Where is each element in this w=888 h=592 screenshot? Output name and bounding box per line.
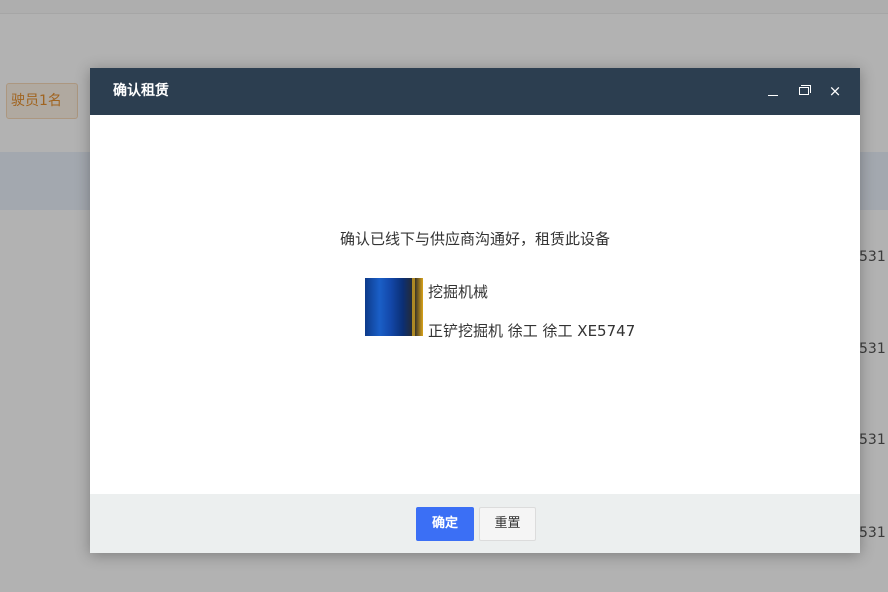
dialog-body: 确认已线下与供应商沟通好，租赁此设备 挖掘机械 正铲挖掘机 徐工 徐工 XE57… [90,115,860,494]
dialog-title: 确认租赁 [113,83,169,99]
confirm-message: 确认已线下与供应商沟通好，租赁此设备 [339,230,610,248]
close-button[interactable]: × [826,79,844,103]
dialog-header[interactable]: 确认租赁 × [90,68,860,115]
dialog-footer: 确定 重置 [90,494,860,553]
confirm-button[interactable]: 确定 [416,507,474,541]
maximize-button[interactable] [796,79,814,103]
minimize-icon [768,95,778,96]
minimize-button[interactable] [764,79,782,103]
thumbnail-stripe [412,278,415,336]
maximize-icon [799,87,809,95]
equipment-name: 挖掘机械 [428,283,489,301]
equipment-thumbnail [365,278,423,336]
confirm-rental-dialog: 确认租赁 × 确认已线下与供应商沟通好，租赁此设备 挖掘机械 正铲挖掘机 徐工 … [90,68,860,553]
reset-button[interactable]: 重置 [479,507,536,541]
equipment-description: 正铲挖掘机 徐工 徐工 XE5747 [428,322,636,340]
